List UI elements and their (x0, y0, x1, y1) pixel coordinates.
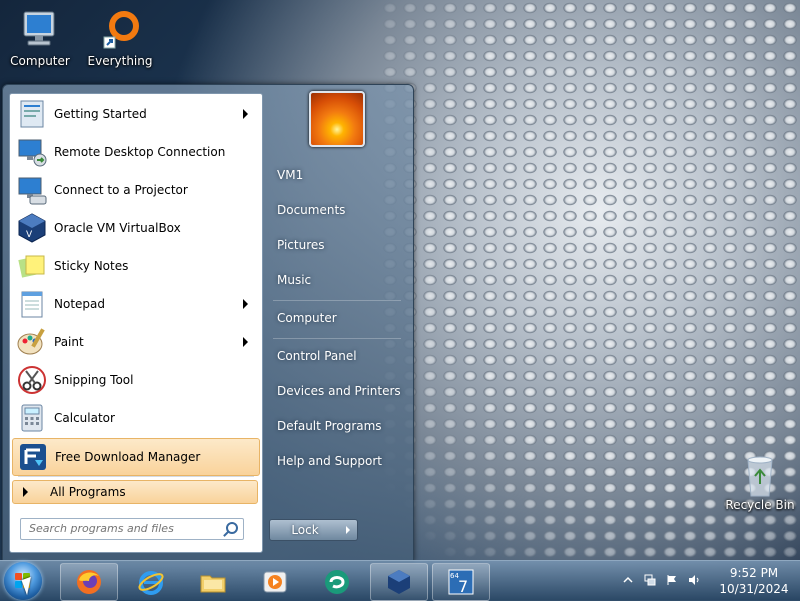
program-paint[interactable]: Paint (12, 324, 258, 360)
program-label: Free Download Manager (55, 450, 201, 464)
right-link-devices-printers[interactable]: Devices and Printers (273, 377, 411, 405)
program-list-pane: Getting Started Remote Desktop Connectio… (9, 93, 263, 553)
right-link-default-programs[interactable]: Default Programs (273, 412, 411, 440)
app-icon (323, 568, 351, 596)
desktop-icon-label: Everything (87, 54, 153, 68)
right-link-control-panel[interactable]: Control Panel (273, 342, 411, 370)
free-download-manager-icon (17, 441, 49, 473)
all-programs-label: All Programs (50, 485, 126, 499)
divider (273, 338, 401, 339)
svg-text:7: 7 (458, 577, 468, 596)
program-label: Sticky Notes (54, 259, 129, 273)
program-calculator[interactable]: Calculator (12, 400, 258, 436)
media-player-icon (261, 568, 289, 596)
taskbar-media-player[interactable] (246, 563, 304, 601)
search-input[interactable] (21, 519, 219, 537)
program-connect-projector[interactable]: Connect to a Projector (12, 172, 258, 208)
program-virtualbox[interactable]: V Oracle VM VirtualBox (12, 210, 258, 246)
computer-icon (18, 10, 62, 50)
virtualbox-icon: V (16, 212, 48, 244)
right-link-user[interactable]: VM1 (273, 161, 411, 189)
program-getting-started[interactable]: Getting Started (12, 96, 258, 132)
internet-explorer-icon (137, 568, 165, 596)
divider (18, 476, 254, 477)
right-link-pictures[interactable]: Pictures (273, 231, 411, 259)
divider (273, 300, 401, 301)
start-menu: Getting Started Remote Desktop Connectio… (2, 84, 414, 562)
notepad-icon (16, 288, 48, 320)
program-label: Remote Desktop Connection (54, 145, 226, 159)
folder-icon (199, 568, 227, 596)
network-icon[interactable] (644, 574, 656, 586)
projector-icon (16, 174, 48, 206)
program-notepad[interactable]: Notepad (12, 286, 258, 322)
show-hidden-icons-icon[interactable] (622, 574, 634, 586)
search-icon[interactable] (226, 522, 238, 534)
expand-arrow-icon (23, 487, 28, 497)
calculator-icon (16, 402, 48, 434)
program-label: Oracle VM VirtualBox (54, 221, 181, 235)
scissors-icon (16, 364, 48, 396)
program-label: Calculator (54, 411, 115, 425)
program-label: Paint (54, 335, 84, 349)
svg-text:V: V (26, 230, 33, 240)
desktop-icon-label: Computer (10, 54, 70, 68)
program-snipping-tool[interactable]: Snipping Tool (12, 362, 258, 398)
desktop-icon-recycle-bin[interactable]: Recycle Bin (720, 454, 800, 512)
paint-icon (16, 326, 48, 358)
program-remote-desktop[interactable]: Remote Desktop Connection (12, 134, 258, 170)
getting-started-icon (16, 98, 48, 130)
recycle-bin-icon (738, 454, 782, 497)
program-label: Connect to a Projector (54, 183, 188, 197)
action-center-flag-icon[interactable] (666, 574, 678, 586)
clock[interactable]: 9:52 PM 10/31/2024 (714, 565, 794, 597)
right-link-computer[interactable]: Computer (273, 304, 411, 332)
right-link-help-support[interactable]: Help and Support (273, 447, 411, 475)
submenu-arrow-icon (243, 109, 248, 119)
search-box[interactable] (20, 518, 244, 540)
taskbar: 64 7 9:52 PM 10/31/2024 (0, 560, 800, 601)
right-link-documents[interactable]: Documents (273, 196, 411, 224)
program-label: Snipping Tool (54, 373, 134, 387)
firefox-icon (75, 568, 103, 596)
program-sticky-notes[interactable]: Sticky Notes (12, 248, 258, 284)
desktop-icon-computer[interactable]: Computer (0, 10, 80, 68)
desktop-icon-everything[interactable]: Everything (80, 10, 160, 68)
taskbar-firefox[interactable] (60, 563, 118, 601)
sticky-notes-icon (16, 250, 48, 282)
taskbar-internet-explorer[interactable] (122, 563, 180, 601)
user-avatar[interactable] (309, 91, 365, 147)
desktop-icon-label: Recycle Bin (725, 498, 795, 512)
shutdown-options-button[interactable] (339, 519, 358, 541)
taskbar-app[interactable] (308, 563, 366, 601)
right-link-music[interactable]: Music (273, 266, 411, 294)
volume-icon[interactable] (688, 574, 700, 586)
program-label: Notepad (54, 297, 105, 311)
system-tray: 9:52 PM 10/31/2024 (618, 561, 800, 601)
clock-date: 10/31/2024 (719, 582, 789, 596)
clock-time: 9:52 PM (729, 566, 779, 580)
program-label: Getting Started (54, 107, 147, 121)
taskbar-seven-app[interactable]: 64 7 (432, 563, 490, 601)
submenu-arrow-icon (243, 337, 248, 347)
everything-search-icon (98, 10, 142, 50)
lock-button[interactable]: Lock (269, 519, 341, 541)
taskbar-virtualbox[interactable] (370, 563, 428, 601)
seven-badge-icon: 64 7 (447, 568, 475, 596)
all-programs-button[interactable]: All Programs (12, 480, 258, 504)
virtualbox-icon (385, 568, 413, 596)
taskbar-windows-explorer[interactable] (184, 563, 242, 601)
program-free-download-manager[interactable]: Free Download Manager (12, 438, 260, 476)
remote-desktop-icon (16, 136, 48, 168)
submenu-arrow-icon (243, 299, 248, 309)
